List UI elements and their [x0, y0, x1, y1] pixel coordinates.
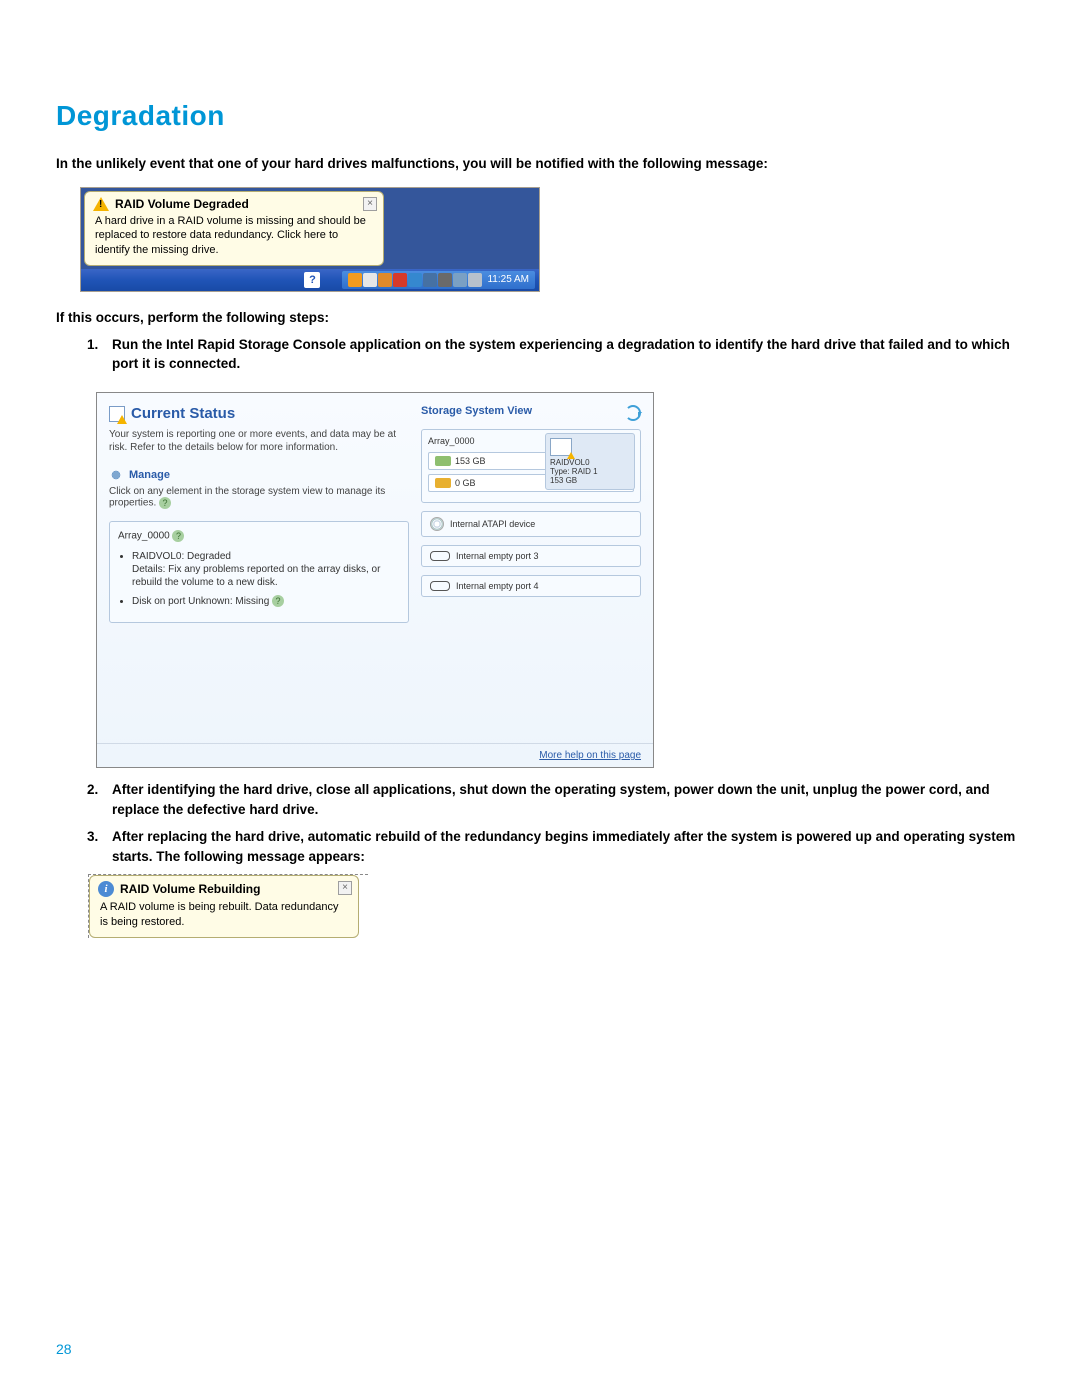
console-desc: Your system is reporting one or more eve… — [109, 428, 409, 454]
help-icon[interactable]: ? — [304, 272, 320, 288]
volume-size: 153 GB — [550, 476, 630, 485]
volume-icon — [550, 438, 572, 456]
step-2: After identifying the hard drive, close … — [102, 780, 1024, 819]
info-icon: i — [98, 881, 114, 897]
screenshot-console: Current Status Your system is reporting … — [96, 392, 654, 768]
help-badge-icon[interactable]: ? — [172, 530, 184, 542]
manage-heading: Manage — [109, 468, 409, 482]
balloon-text: A RAID volume is being rebuilt. Data red… — [90, 900, 358, 937]
close-icon[interactable]: × — [338, 881, 352, 895]
tray-icon[interactable] — [468, 273, 482, 287]
tray-icon[interactable] — [393, 273, 407, 287]
atapi-label: Internal ATAPI device — [450, 519, 535, 529]
manage-text: Click on any element in the storage syst… — [109, 486, 409, 509]
tray-icon[interactable] — [408, 273, 422, 287]
taskbar-clock: 11:25 AM — [483, 274, 529, 285]
tray-icon[interactable] — [348, 273, 362, 287]
step-1: Run the Intel Rapid Storage Console appl… — [102, 335, 1024, 374]
status-warning-icon — [109, 406, 125, 422]
port-label: Internal empty port 4 — [456, 581, 539, 591]
balloon-title: RAID Volume Degraded — [115, 197, 249, 211]
tray-icon[interactable] — [438, 273, 452, 287]
storage-view-title: Storage System View — [421, 405, 532, 421]
balloon-rebuilding: i RAID Volume Rebuilding × A RAID volume… — [89, 875, 359, 938]
steps-list: Run the Intel Rapid Storage Console appl… — [56, 335, 1024, 374]
disk-size: 153 GB — [455, 456, 486, 466]
balloon-text: A hard drive in a RAID volume is missing… — [85, 214, 383, 265]
disk-missing-line: Disk on port Unknown: Missing ? — [132, 595, 400, 608]
tray-icon[interactable] — [363, 273, 377, 287]
empty-port[interactable]: Internal empty port 4 — [421, 575, 641, 597]
volume-type: Type: RAID 1 — [550, 467, 630, 476]
port-label: Internal empty port 3 — [456, 551, 539, 561]
steps-intro: If this occurs, perform the following st… — [56, 310, 1024, 325]
tray-icon[interactable] — [453, 273, 467, 287]
warning-icon — [93, 197, 109, 211]
tray-icon[interactable] — [423, 273, 437, 287]
intro-text: In the unlikely event that one of your h… — [56, 156, 1024, 171]
raid-status-line: RAIDVOL0: Degraded Details: Fix any prob… — [132, 550, 400, 589]
volume-card[interactable]: RAIDVOL0 Type: RAID 1 153 GB — [545, 433, 635, 490]
cd-icon — [430, 517, 444, 531]
balloon-degraded: RAID Volume Degraded × A hard drive in a… — [84, 191, 384, 266]
atapi-device[interactable]: Internal ATAPI device — [421, 511, 641, 537]
steps-list-cont: After identifying the hard drive, close … — [56, 780, 1024, 866]
disk-warning-icon — [435, 478, 451, 488]
close-icon[interactable]: × — [363, 197, 377, 211]
help-badge-icon[interactable]: ? — [159, 497, 171, 509]
more-help-link[interactable]: More help on this page — [539, 750, 641, 761]
console-title: Current Status — [109, 405, 409, 422]
raid-details: Details: Fix any problems reported on th… — [132, 564, 380, 588]
screenshot-degraded: RAID Volume Degraded × A hard drive in a… — [80, 187, 540, 292]
refresh-icon[interactable] — [625, 405, 641, 421]
array-name: Array_0000 — [118, 531, 170, 542]
screenshot-rebuilding: i RAID Volume Rebuilding × A RAID volume… — [88, 874, 368, 938]
balloon-title: RAID Volume Rebuilding — [120, 882, 260, 896]
volume-name: RAIDVOL0 — [550, 458, 630, 467]
help-link-row: More help on this page — [97, 743, 653, 767]
taskbar: ? 11:25 AM — [81, 269, 539, 291]
help-badge-icon[interactable]: ? — [272, 595, 284, 607]
page-number: 28 — [56, 1341, 72, 1357]
console-title-text: Current Status — [131, 405, 235, 422]
tray-icon[interactable] — [378, 273, 392, 287]
gear-icon — [109, 468, 123, 482]
manage-title: Manage — [129, 469, 170, 481]
step-3: After replacing the hard drive, automati… — [102, 827, 1024, 866]
array-status-block: Array_0000 ? RAIDVOL0: Degraded Details:… — [109, 521, 409, 623]
disk-size: 0 GB — [455, 478, 476, 488]
page-heading: Degradation — [56, 100, 1024, 132]
port-icon — [430, 581, 450, 591]
disk-icon — [435, 456, 451, 466]
port-icon — [430, 551, 450, 561]
empty-port[interactable]: Internal empty port 3 — [421, 545, 641, 567]
